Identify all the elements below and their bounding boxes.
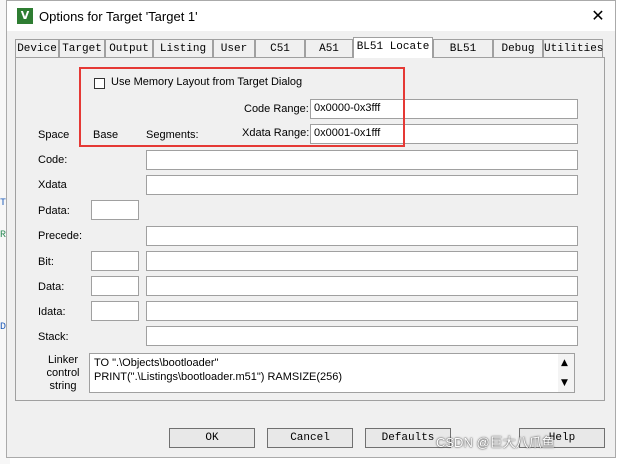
highlight-annotation (79, 67, 405, 147)
options-dialog: V Options for Target 'Target 1' ✕ Device… (6, 0, 616, 458)
tab-bl51-misc[interactable]: BL51 Misc (433, 39, 493, 73)
code-row-label: Code: (38, 154, 68, 166)
close-icon[interactable]: ✕ (587, 5, 609, 27)
tab-target[interactable]: Target (59, 39, 105, 57)
tab-utilities[interactable]: Utilities (543, 39, 603, 57)
stack-row-label: Stack: (38, 331, 69, 343)
tab-c51[interactable]: C51 (255, 39, 305, 57)
linker-scrollbar[interactable]: ▲ ▼ (558, 354, 574, 392)
data-base-input[interactable] (91, 276, 139, 296)
data-row-label: Data: (38, 281, 65, 293)
bit-row-label: Bit: (38, 256, 54, 268)
scroll-up-icon[interactable]: ▲ (561, 356, 568, 370)
dialog-title: Options for Target 'Target 1' (39, 9, 198, 24)
keil-app-icon: V (17, 8, 33, 24)
idata-segments-input[interactable] (146, 301, 578, 321)
tab-bl51-locate[interactable]: BL51 Locate (353, 37, 433, 58)
scroll-down-icon[interactable]: ▼ (561, 376, 568, 390)
linker-control-string-textarea[interactable]: TO ".\Objects\bootloader" PRINT(".\Listi… (89, 353, 575, 393)
xdata-row-label: Xdata (38, 179, 67, 191)
precede-segments-input[interactable] (146, 226, 578, 246)
tab-listing[interactable]: Listing (153, 39, 213, 57)
tab-a51[interactable]: A51 (305, 39, 353, 57)
bit-base-input[interactable] (91, 251, 139, 271)
title-bar: V Options for Target 'Target 1' ✕ (7, 1, 615, 31)
idata-row-label: Idata: (38, 306, 66, 318)
tab-device[interactable]: Device (15, 39, 59, 57)
csdn-watermark: CSDN @巨大八爪鱼 (436, 435, 555, 450)
space-column-header: Space (38, 129, 70, 141)
linker-control-string-label: Linker control string (46, 354, 80, 392)
bit-segments-input[interactable] (146, 251, 578, 271)
tab-user[interactable]: User (213, 39, 255, 57)
precede-row-label: Precede: (38, 230, 83, 242)
idata-base-input[interactable] (91, 301, 139, 321)
code-segments-input[interactable] (146, 150, 578, 170)
ok-button[interactable]: OK (169, 428, 255, 448)
tab-output[interactable]: Output (105, 39, 153, 57)
xdata-segments-input[interactable] (146, 175, 578, 195)
cancel-button[interactable]: Cancel (267, 428, 353, 448)
linker-line: TO ".\Objects\bootloader" (94, 357, 219, 369)
stack-segments-input[interactable] (146, 326, 578, 346)
pdata-row-label: Pdata: (38, 205, 70, 217)
dialog-body: Device Target Output Listing User C51 A5… (7, 31, 615, 457)
pdata-base-input[interactable] (91, 200, 139, 220)
linker-line: PRINT(".\Listings\bootloader.m51") RAMSI… (94, 371, 343, 383)
tab-debug[interactable]: Debug (493, 39, 543, 57)
data-segments-input[interactable] (146, 276, 578, 296)
